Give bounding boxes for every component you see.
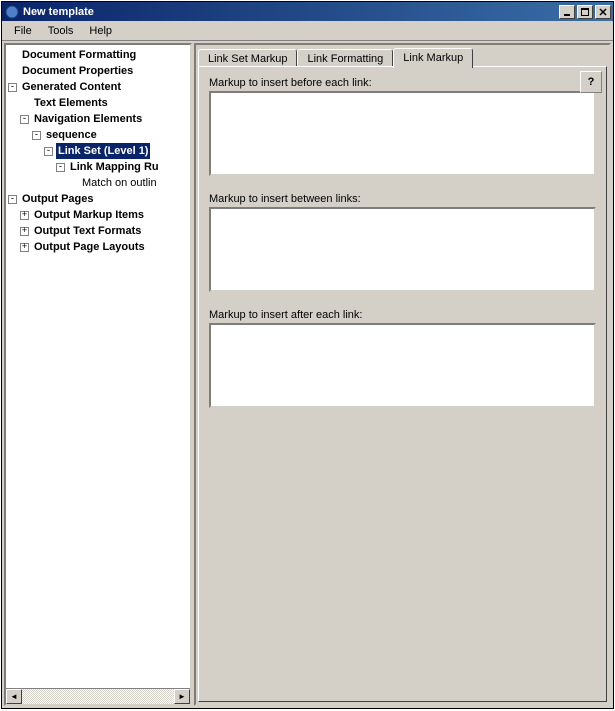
horizontal-scrollbar[interactable]: ◄ ► — [6, 688, 190, 704]
tree-node-nav-elements[interactable]: - Navigation Elements — [8, 111, 188, 127]
tab-content-link-markup: ? Markup to insert before each link: Mar… — [198, 66, 607, 702]
before-link-textarea[interactable] — [209, 91, 596, 176]
window-title: New template — [23, 6, 559, 18]
before-link-label: Markup to insert before each link: — [209, 77, 596, 89]
app-icon — [4, 4, 20, 20]
between-links-textarea[interactable] — [209, 207, 596, 292]
expand-icon[interactable]: + — [20, 211, 29, 220]
scroll-left-icon[interactable]: ◄ — [6, 689, 22, 704]
detail-panel: Link Set Markup Link Formatting Link Mar… — [194, 43, 611, 706]
expand-icon[interactable]: + — [20, 243, 29, 252]
minimize-button[interactable] — [559, 5, 575, 19]
tree-panel: Document Formatting Document Properties … — [4, 43, 192, 706]
menu-tools[interactable]: Tools — [40, 23, 82, 39]
collapse-icon[interactable]: - — [32, 131, 41, 140]
scroll-right-icon[interactable]: ► — [174, 689, 190, 704]
tree-label: Link Mapping Ru — [68, 159, 161, 175]
tree-node-output-text-formats[interactable]: + Output Text Formats — [8, 223, 188, 239]
tree-label: Output Markup Items — [32, 207, 146, 223]
tree-node-text-elements[interactable]: Text Elements — [8, 95, 188, 111]
after-link-label: Markup to insert after each link: — [209, 309, 596, 321]
tree-label: Generated Content — [20, 79, 123, 95]
tree-node-doc-properties[interactable]: Document Properties — [8, 63, 188, 79]
tree-node-output-pages[interactable]: - Output Pages — [8, 191, 188, 207]
maximize-button[interactable] — [577, 5, 593, 19]
close-button[interactable] — [595, 5, 611, 19]
content-area: Document Formatting Document Properties … — [2, 41, 613, 708]
collapse-icon[interactable]: - — [8, 195, 17, 204]
help-button[interactable]: ? — [580, 71, 602, 93]
titlebar: New template — [2, 2, 613, 21]
tree-node-link-set[interactable]: - Link Set (Level 1) — [8, 143, 188, 159]
scroll-track[interactable] — [22, 689, 174, 704]
tree-label: Document Properties — [20, 63, 135, 79]
tree-label-selected: Link Set (Level 1) — [56, 143, 150, 159]
tree-node-output-markup-items[interactable]: + Output Markup Items — [8, 207, 188, 223]
tree-node-generated-content[interactable]: - Generated Content — [8, 79, 188, 95]
tab-link-markup[interactable]: Link Markup — [393, 48, 473, 68]
tree-label: Document Formatting — [20, 47, 138, 63]
tree-label: Match on outlin — [80, 175, 159, 191]
tree-node-sequence[interactable]: - sequence — [8, 127, 188, 143]
tree-label: Navigation Elements — [32, 111, 144, 127]
window-controls — [559, 5, 611, 19]
collapse-icon[interactable]: - — [20, 115, 29, 124]
tree-label: Output Page Layouts — [32, 239, 147, 255]
menubar: File Tools Help — [2, 21, 613, 41]
tree-node-doc-formatting[interactable]: Document Formatting — [8, 47, 188, 63]
tree-view[interactable]: Document Formatting Document Properties … — [6, 45, 190, 688]
tree-node-output-page-layouts[interactable]: + Output Page Layouts — [8, 239, 188, 255]
tree-node-match-outline[interactable]: Match on outlin — [8, 175, 188, 191]
tree-label: Output Pages — [20, 191, 96, 207]
tree-label: Text Elements — [32, 95, 110, 111]
menu-file[interactable]: File — [6, 23, 40, 39]
expand-icon[interactable]: + — [20, 227, 29, 236]
tab-bar: Link Set Markup Link Formatting Link Mar… — [196, 45, 609, 68]
collapse-icon[interactable]: - — [44, 147, 53, 156]
between-links-label: Markup to insert between links: — [209, 193, 596, 205]
tree-label: Output Text Formats — [32, 223, 143, 239]
after-link-textarea[interactable] — [209, 323, 596, 408]
collapse-icon[interactable]: - — [8, 83, 17, 92]
collapse-icon[interactable]: - — [56, 163, 65, 172]
tree-label: sequence — [44, 127, 99, 143]
tree-node-link-mapping[interactable]: - Link Mapping Ru — [8, 159, 188, 175]
application-window: New template File Tools Help Document Fo… — [1, 1, 614, 709]
menu-help[interactable]: Help — [81, 23, 120, 39]
